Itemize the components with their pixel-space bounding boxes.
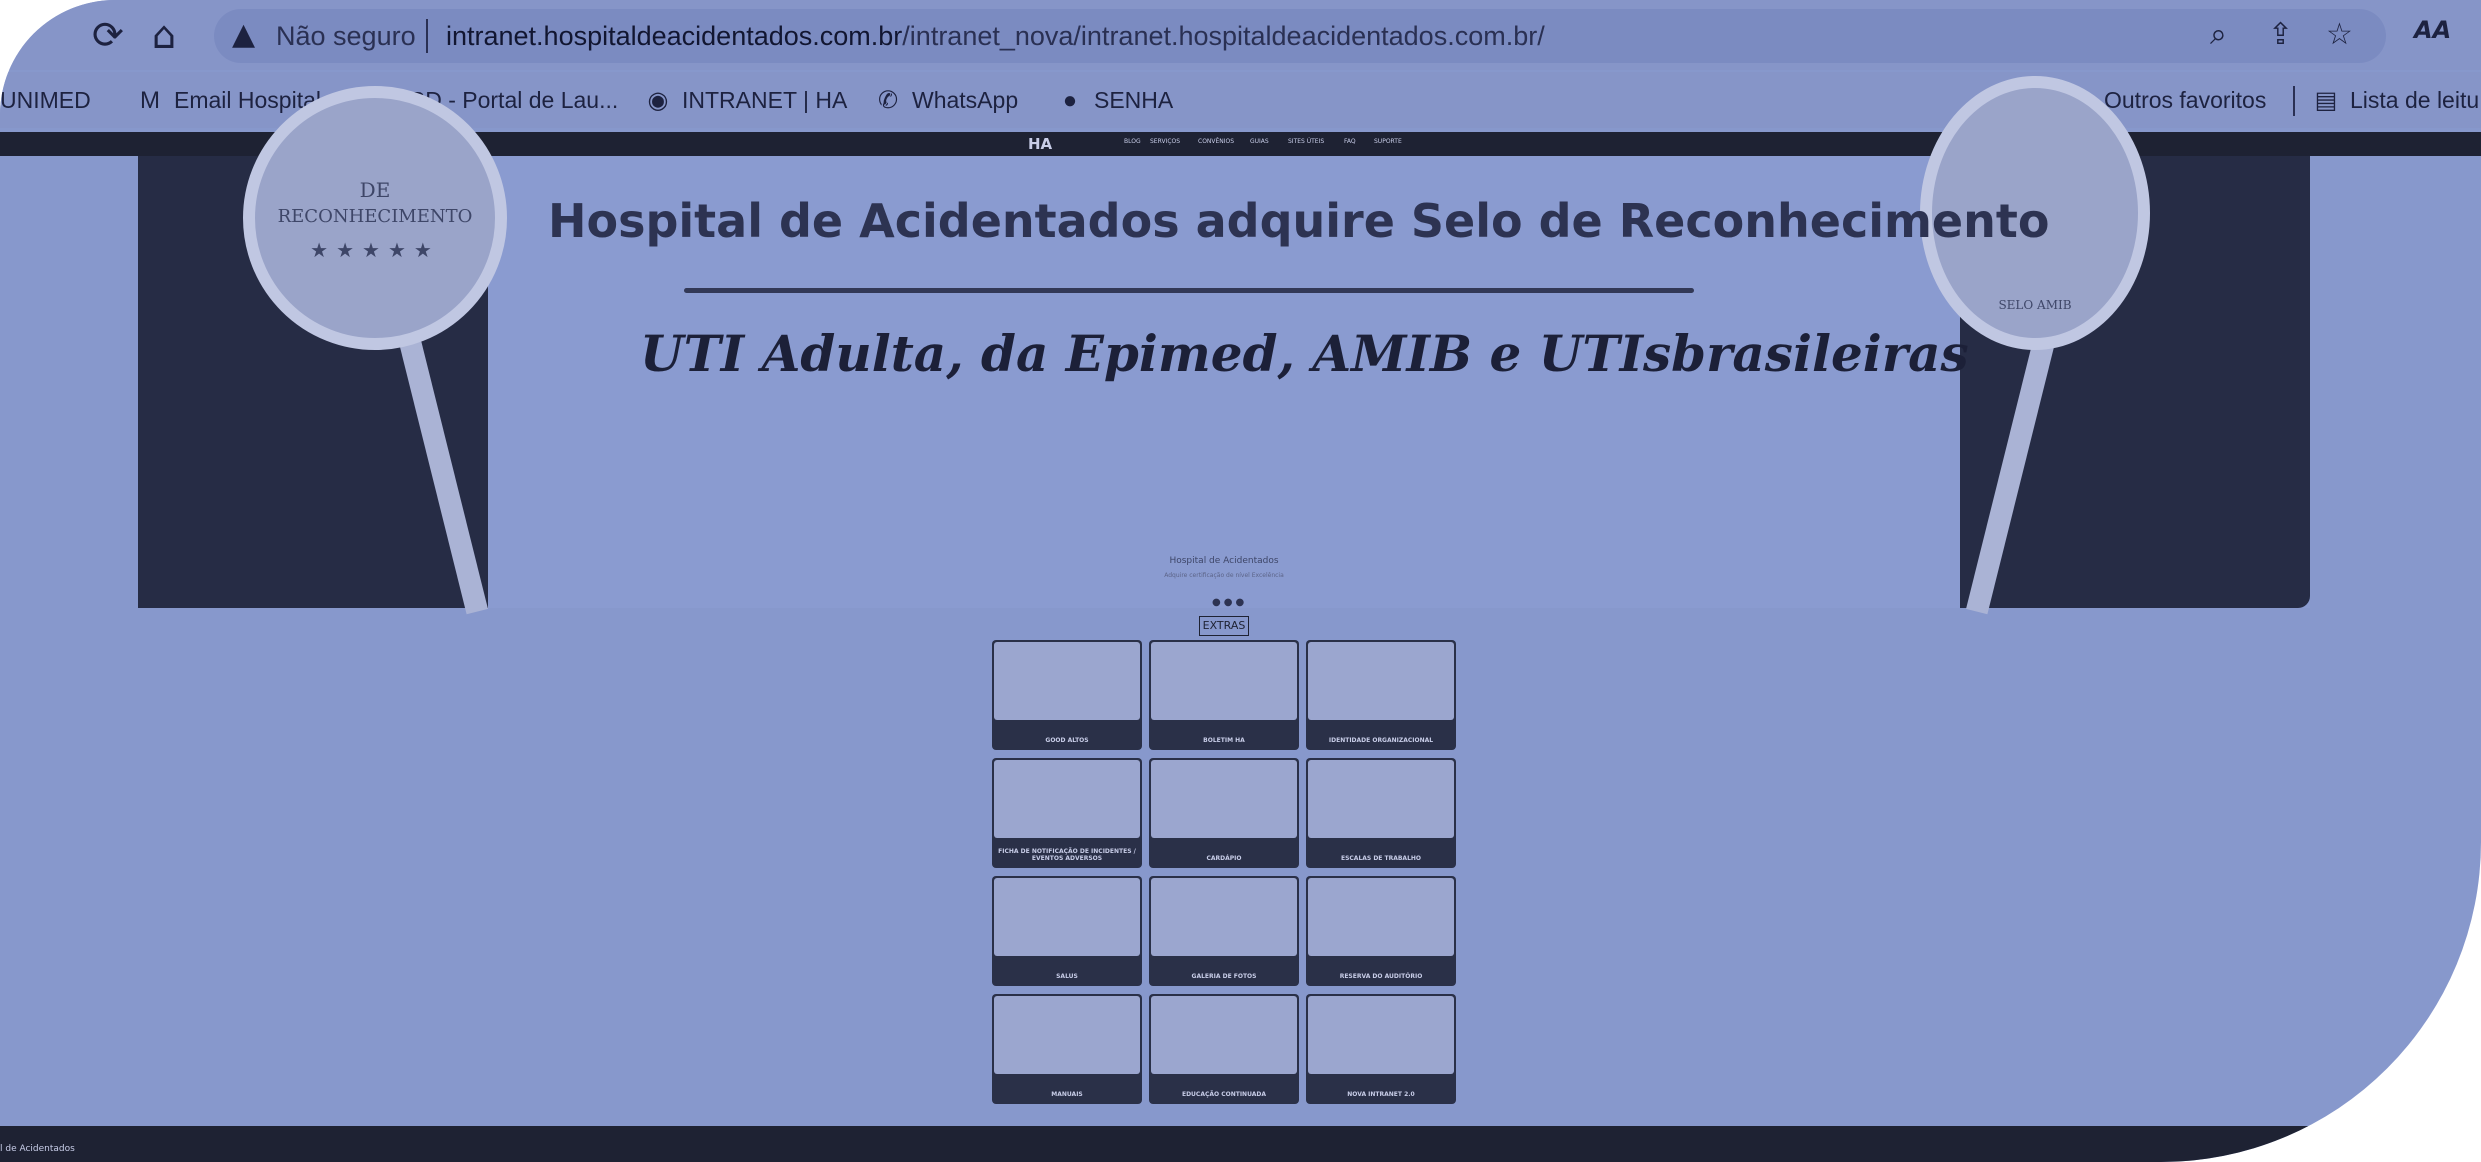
- tile-label: BOLETIM HA: [1203, 737, 1245, 744]
- extension-icon[interactable]: AA: [2414, 16, 2451, 44]
- tile-salus[interactable]: SALUS: [992, 876, 1142, 986]
- tile-image: [994, 642, 1140, 720]
- slide-caption-title: Hospital de Acidentados: [1169, 556, 1279, 566]
- tile-label: NOVA INTRANET 2.0: [1347, 1091, 1415, 1098]
- zoom-icon[interactable]: ⌕: [2210, 15, 2227, 55]
- tile-notificacao[interactable]: FICHA DE NOTIFICAÇÃO DE INCIDENTES / EVE…: [992, 758, 1142, 868]
- tile-galeria[interactable]: GALERIA DE FOTOS: [1149, 876, 1299, 986]
- tile-label: SALUS: [1056, 973, 1078, 980]
- hero-subtitle: UTI Adulta, da Epimed, AMIB e UTIsbrasil…: [640, 324, 1969, 383]
- tile-label: MANUAIS: [1051, 1091, 1083, 1098]
- star-icon[interactable]: ☆: [2326, 15, 2353, 55]
- seal-left: DE RECONHECIMENTO ★★★★★: [243, 86, 507, 350]
- hero-divider: [684, 288, 1694, 293]
- seal-main-text: RECONHECIMENTO: [277, 206, 473, 227]
- tile-image: [1308, 996, 1454, 1074]
- tile-label: CARDÁPIO: [1206, 855, 1242, 862]
- bookmark-senha[interactable]: ● SENHA: [1056, 80, 1174, 120]
- tile-image: [994, 760, 1140, 838]
- tile-manuais[interactable]: MANUAIS: [992, 994, 1142, 1104]
- reading-list-icon: ▤: [2314, 87, 2338, 114]
- nav-item[interactable]: FAQ: [1344, 138, 1356, 145]
- url-path: /intranet_nova/intranet.hospitaldeaciden…: [902, 21, 1545, 51]
- tile-label: GALERIA DE FOTOS: [1191, 973, 1257, 980]
- tile-good-altos[interactable]: GOOD ALTOS: [992, 640, 1142, 750]
- bookmark-label: UNIMED: [0, 87, 91, 113]
- tile-auditorio[interactable]: RESERVA DO AUDITÓRIO: [1306, 876, 1456, 986]
- tile-cardapio[interactable]: CARDÁPIO: [1149, 758, 1299, 868]
- globe-icon: ●: [1062, 87, 1078, 114]
- tile-boletim[interactable]: BOLETIM HA: [1149, 640, 1299, 750]
- tile-image: [1151, 642, 1297, 720]
- site-icon: ◉: [647, 87, 669, 114]
- url-host: intranet.hospitaldeacidentados.com.br: [446, 21, 903, 51]
- divider: [426, 19, 428, 53]
- divider: [2293, 86, 2295, 116]
- tile-educacao[interactable]: EDUCAÇÃO CONTINUADA: [1149, 994, 1299, 1104]
- stars-icon: ★★★★★: [310, 238, 440, 262]
- tile-image: [994, 878, 1140, 956]
- nav-item[interactable]: BLOG: [1124, 138, 1141, 145]
- tile-nova-intranet[interactable]: NOVA INTRANET 2.0: [1306, 994, 1456, 1104]
- url-text[interactable]: intranet.hospitaldeacidentados.com.br/in…: [446, 17, 1545, 55]
- hero-title: Hospital de Acidentados adquire Selo de …: [548, 194, 2050, 248]
- tile-label: FICHA DE NOTIFICAÇÃO DE INCIDENTES / EVE…: [998, 848, 1136, 862]
- address-bar[interactable]: ▲ Não seguro intranet.hospitaldeacidenta…: [214, 9, 2386, 63]
- share-icon[interactable]: ⇪: [2268, 15, 2293, 55]
- reload-icon[interactable]: ⟳: [92, 10, 124, 60]
- tile-escalas[interactable]: ESCALAS DE TRABALHO: [1306, 758, 1456, 868]
- bookmark-label: INTRANET | HA: [682, 87, 848, 113]
- tile-label: EDUCAÇÃO CONTINUADA: [1181, 1091, 1267, 1098]
- tile-label: ESCALAS DE TRABALHO: [1340, 855, 1422, 862]
- tile-image: [1308, 760, 1454, 838]
- tile-image: [1308, 642, 1454, 720]
- bookmark-unimed[interactable]: UNIMED: [0, 80, 91, 120]
- security-status[interactable]: Não seguro: [276, 17, 416, 55]
- toolbar: ⟳ ⌂ ▲ Não seguro intranet.hospitaldeacid…: [0, 0, 2481, 70]
- browser-window: ⟳ ⌂ ▲ Não seguro intranet.hospitaldeacid…: [0, 0, 2481, 1162]
- tile-label: RESERVA DO AUDITÓRIO: [1339, 973, 1423, 980]
- bookmark-label: Outros favoritos: [2104, 87, 2267, 113]
- whatsapp-icon: ✆: [877, 87, 899, 114]
- nav-item[interactable]: CONVÊNIOS: [1198, 138, 1234, 145]
- tile-image: [1151, 760, 1297, 838]
- seal-top-text: DE: [359, 178, 391, 202]
- bookmark-label: SENHA: [1094, 87, 1174, 113]
- seal-right-text: SELO AMIB: [1998, 298, 2072, 312]
- footer-text: l de Acidentados: [0, 1144, 75, 1154]
- bookmark-label: Lista de leitu: [2350, 87, 2480, 113]
- tile-identidade[interactable]: IDENTIDADE ORGANIZACIONAL: [1306, 640, 1456, 750]
- nav-item[interactable]: SERVIÇOS: [1150, 138, 1180, 145]
- bookmark-label: WhatsApp: [912, 87, 1019, 113]
- site-footer: l de Acidentados: [0, 1126, 2481, 1162]
- nav-item[interactable]: SITES ÚTEIS: [1288, 138, 1324, 145]
- tile-label: IDENTIDADE ORGANIZACIONAL: [1328, 737, 1434, 744]
- site-logo[interactable]: HA: [1028, 135, 1052, 153]
- slide-caption-subtitle: Adquire certificação de nível Excelência: [1164, 572, 1284, 579]
- carousel-dots[interactable]: ●●●: [1212, 597, 1247, 608]
- tile-image: [1151, 878, 1297, 956]
- tile-image: [1151, 996, 1297, 1074]
- nav-item[interactable]: SUPORTE: [1374, 138, 1402, 145]
- bookmark-intranet[interactable]: ◉ INTRANET | HA: [644, 80, 848, 120]
- tile-image: [1308, 878, 1454, 956]
- extras-heading: EXTRAS: [1199, 616, 1249, 636]
- nav-item[interactable]: GUIAS: [1250, 138, 1269, 145]
- tile-image: [994, 996, 1140, 1074]
- bookmark-whatsapp[interactable]: ✆ WhatsApp: [874, 80, 1018, 120]
- tile-label: GOOD ALTOS: [1045, 737, 1089, 744]
- reading-list[interactable]: ▤ Lista de leitu: [2312, 80, 2479, 120]
- home-icon[interactable]: ⌂: [152, 10, 176, 60]
- gmail-icon: M: [140, 87, 160, 114]
- warning-icon[interactable]: ▲: [232, 15, 255, 55]
- hero-banner[interactable]: DE RECONHECIMENTO ★★★★★ SELO AMIB Hospit…: [138, 76, 2310, 615]
